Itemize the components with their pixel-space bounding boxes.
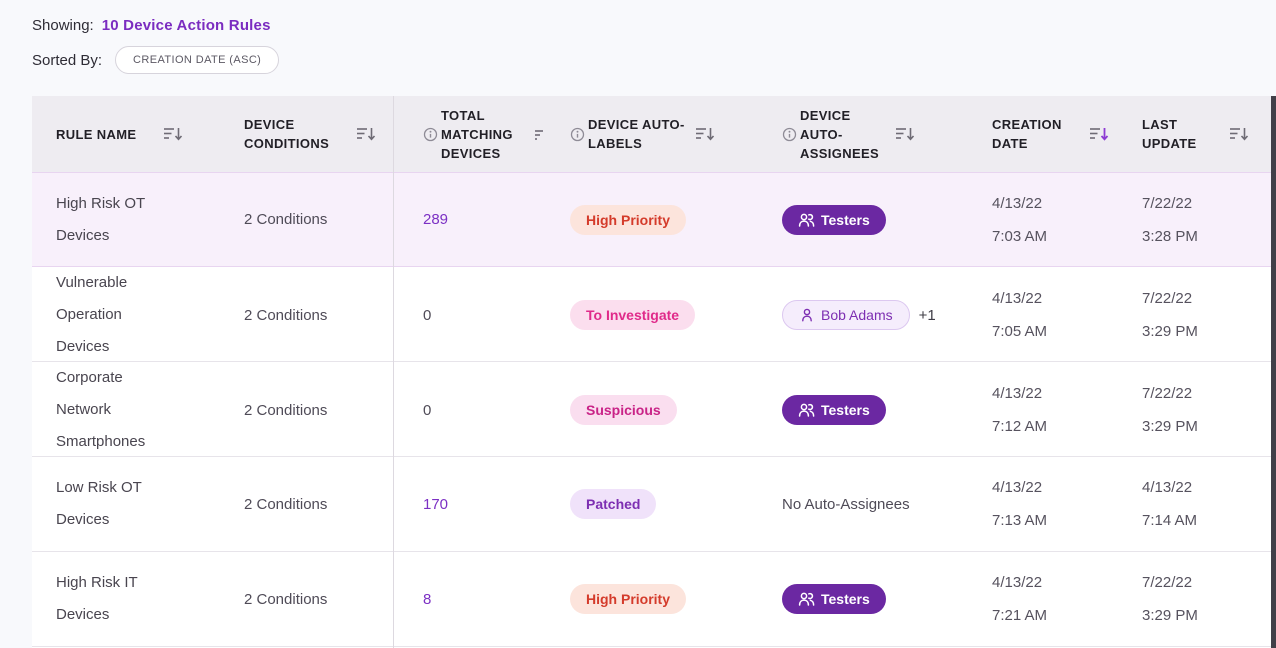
column-label: DEVICE AUTO-LABELS [588,115,686,153]
assignee-chip[interactable]: Testers [782,395,886,425]
last-update: 7/22/223:29 PM [1142,566,1198,632]
last-update: 7/22/223:29 PM [1142,282,1198,348]
person-icon [799,307,815,323]
sort-icon[interactable] [355,125,377,143]
assignee-chip[interactable]: Bob Adams [782,300,910,330]
assignee-name: Testers [821,591,870,607]
table-summary-bar: Showing: 10 Device Action Rules Sorted B… [32,12,279,74]
rule-name: Corporate Network Smartphones [56,362,178,458]
table-row[interactable]: Low Risk OT Devices 2 Conditions 170 Pat… [32,457,1276,552]
auto-label-chip: High Priority [570,584,686,614]
more-assignees-badge[interactable]: +1 [919,307,936,324]
sort-chip-creation-date-asc[interactable]: CREATION DATE (ASC) [115,46,279,74]
sort-icon[interactable] [694,125,716,143]
creation-date: 4/13/227:03 AM [992,187,1047,253]
rule-name: High Risk OT Devices [56,188,178,252]
column-header-last-update[interactable]: LAST UPDATE [1130,96,1276,172]
column-header-creation-date[interactable]: CREATION DATE [980,96,1130,172]
auto-label-chip: Suspicious [570,395,677,425]
creation-date: 4/13/227:13 AM [992,471,1047,537]
column-label: TOTAL MATCHING DEVICES [441,106,525,163]
assignee-chip[interactable]: Testers [782,205,886,235]
no-assignees-text: No Auto-Assignees [782,496,910,513]
device-conditions: 2 Conditions [244,307,327,324]
sort-icon-active[interactable] [1088,125,1110,143]
users-icon [798,591,815,607]
showing-value: 10 Device Action Rules [102,17,271,34]
sort-icon[interactable] [894,125,916,143]
column-label: LAST UPDATE [1142,115,1220,153]
device-conditions: 2 Conditions [244,211,327,228]
auto-label-chip: High Priority [570,205,686,235]
info-icon[interactable] [570,127,585,142]
vertical-scrollbar[interactable] [1271,96,1276,648]
column-label: DEVICE AUTO-ASSIGNEES [800,106,886,163]
sort-icon[interactable] [1228,125,1250,143]
rule-name: High Risk IT Devices [56,567,178,631]
last-update: 7/22/223:29 PM [1142,377,1198,443]
column-header-device-auto-assignees[interactable]: DEVICE AUTO-ASSIGNEES [770,96,980,172]
assignee-name: Testers [821,402,870,418]
sort-icon[interactable] [533,126,547,142]
column-header-device-auto-labels[interactable]: DEVICE AUTO-LABELS [560,96,770,172]
users-icon [798,212,815,228]
matching-devices-count: 0 [423,402,431,419]
creation-date: 4/13/227:05 AM [992,282,1047,348]
last-update: 7/22/223:28 PM [1142,187,1198,253]
device-conditions: 2 Conditions [244,496,327,513]
device-conditions: 2 Conditions [244,402,327,419]
matching-devices-count: 0 [423,307,431,324]
auto-label-chip: To Investigate [570,300,695,330]
column-label: DEVICE CONDITIONS [244,115,347,153]
rule-name: Low Risk OT Devices [56,472,178,536]
sort-icon[interactable] [162,125,184,143]
device-conditions: 2 Conditions [244,591,327,608]
sorted-by-label: Sorted By: [32,52,102,69]
matching-devices-link[interactable]: 170 [423,496,448,513]
column-header-device-conditions[interactable]: DEVICE CONDITIONS [232,96,393,172]
creation-date: 4/13/227:12 AM [992,377,1047,443]
assignee-chip[interactable]: Testers [782,584,886,614]
device-action-rules-table: RULE NAME DEVICE CONDITIONS [32,96,1276,648]
info-icon[interactable] [782,127,797,142]
rule-name: Vulnerable Operation Devices [56,267,178,363]
users-icon [798,402,815,418]
column-label: RULE NAME [56,125,154,144]
assignee-name: Testers [821,212,870,228]
auto-label-chip: Patched [570,489,656,519]
showing-label: Showing: [32,17,94,34]
pinned-columns-divider [393,96,394,648]
column-header-rule-name[interactable]: RULE NAME [32,96,232,172]
last-update: 4/13/227:14 AM [1142,471,1197,537]
column-label: CREATION DATE [992,115,1080,153]
table-row[interactable]: Vulnerable Operation Devices 2 Condition… [32,267,1276,362]
creation-date: 4/13/227:21 AM [992,566,1047,632]
table-row[interactable]: Corporate Network Smartphones 2 Conditio… [32,362,1276,457]
assignee-name: Bob Adams [821,307,893,323]
column-header-total-matching-devices[interactable]: TOTAL MATCHING DEVICES [393,96,560,172]
table-row[interactable]: High Risk OT Devices 2 Conditions 289 Hi… [32,172,1276,267]
table-row[interactable]: High Risk IT Devices 2 Conditions 8 High… [32,552,1276,647]
table-header-row: RULE NAME DEVICE CONDITIONS [32,96,1276,172]
matching-devices-link[interactable]: 289 [423,211,448,228]
matching-devices-link[interactable]: 8 [423,591,431,608]
info-icon[interactable] [423,127,438,142]
